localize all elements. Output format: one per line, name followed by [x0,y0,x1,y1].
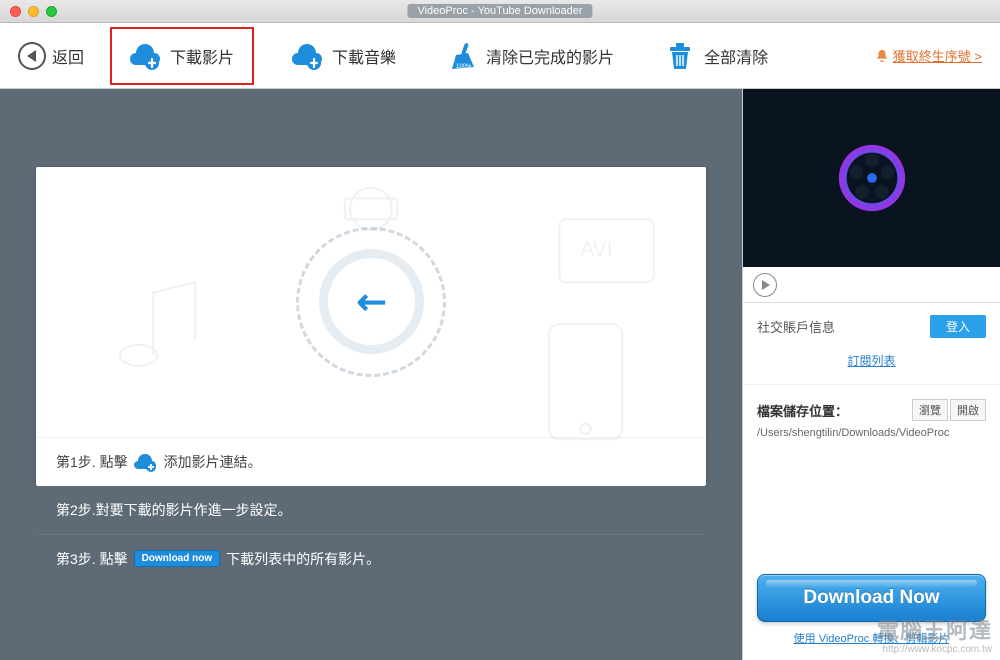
play-icon [762,280,770,290]
license-link-label: 獲取終生序號 > [893,46,982,65]
download-now-section: Download Now 使用 VideoProc 轉換、剪輯影片 [757,574,986,646]
minimize-window-icon[interactable] [28,6,39,17]
clear-completed-label: 清除已完成的影片 [486,44,614,68]
convert-edit-link[interactable]: 使用 VideoProc 轉換、剪輯影片 [794,633,950,645]
add-link-cloud-icon [134,452,158,472]
step-3-suffix: 下載列表中的所有影片。 [226,549,380,569]
download-music-label: 下載音樂 [332,44,396,68]
svg-text:100%: 100% [456,64,472,70]
video-preview [743,89,1000,267]
browse-button[interactable]: 瀏覽 [912,399,948,421]
footer-link-row: 使用 VideoProc 轉換、剪輯影片 [757,622,986,646]
svg-text:AVI: AVI [580,237,612,260]
play-button[interactable] [753,273,777,297]
window-title: VideoProc - YouTube Downloader [407,4,592,18]
step-2-text: 第2步.對要下載的影片作進一步設定。 [56,500,292,520]
open-folder-button[interactable]: 開啟 [950,399,986,421]
get-license-link[interactable]: 獲取終生序號 > [875,46,982,65]
subscribe-row: 訂閱列表 [743,346,1000,384]
traffic-lights [10,6,57,17]
cloud-download-video-icon [130,41,162,71]
social-account-row: 社交賬戶信息 登入 [743,303,1000,346]
instruction-card: AVI ↖ 第1步. 點擊 添加影片連結。 [36,167,706,486]
window-titlebar: VideoProc - YouTube Downloader [0,0,1000,23]
download-now-badge: Download now [134,550,221,567]
clear-all-label: 全部清除 [704,44,768,68]
maximize-window-icon[interactable] [46,6,57,17]
download-video-label: 下載影片 [170,44,234,68]
back-arrow-icon [18,42,46,70]
subscribe-link[interactable]: 訂閱列表 [847,354,895,368]
body-area: AVI ↖ 第1步. 點擊 添加影片連結。 [0,89,1000,660]
cloud-download-music-icon [292,41,324,71]
close-window-icon[interactable] [10,6,21,17]
back-label: 返回 [52,44,84,68]
back-button[interactable]: 返回 [18,42,84,70]
side-panel: 社交賬戶信息 登入 訂閱列表 檔案儲存位置： 瀏覽 開啟 /Users/shen… [742,89,1000,660]
main-panel: AVI ↖ 第1步. 點擊 添加影片連結。 [0,89,742,660]
videoproc-logo-icon [833,139,911,217]
bell-icon [875,49,889,63]
download-now-button[interactable]: Download Now [757,574,986,622]
download-video-button[interactable]: 下載影片 [110,27,254,85]
save-location-label: 檔案儲存位置： [757,401,848,420]
broom-icon: 100% [446,41,478,71]
social-account-label: 社交賬戶信息 [757,317,835,336]
trash-icon [664,41,696,71]
step-1-prefix: 第1步. 點擊 [56,452,128,472]
main-toolbar: 返回 下載影片 下載音樂 100% 清除已完成的影片 全部清除 獲取終生序號 > [0,23,1000,89]
step-1-suffix: 添加影片連結。 [164,452,262,472]
save-location-section: 檔案儲存位置： 瀏覽 開啟 /Users/shengtilin/Download… [743,384,1000,453]
save-path-text: /Users/shengtilin/Downloads/VideoProc [757,427,986,439]
step-2-row: 第2步.對要下載的影片作進一步設定。 [36,486,706,534]
login-button[interactable]: 登入 [930,315,986,338]
clear-completed-button[interactable]: 100% 清除已完成的影片 [434,35,626,77]
step-3-row: 第3步. 點擊 Download now 下載列表中的所有影片。 [36,534,706,583]
download-music-button[interactable]: 下載音樂 [280,35,408,77]
clear-all-button[interactable]: 全部清除 [652,35,780,77]
step-3-prefix: 第3步. 點擊 [56,549,128,569]
preview-controls [743,267,1000,303]
drop-zone[interactable]: AVI ↖ [36,167,706,437]
